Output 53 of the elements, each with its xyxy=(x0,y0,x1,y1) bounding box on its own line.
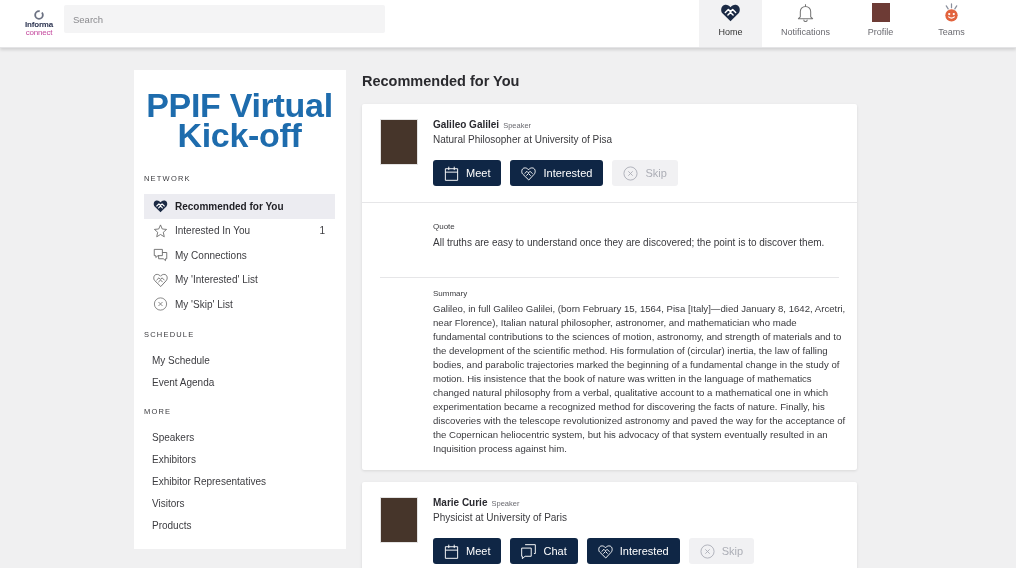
sidebar-link[interactable]: My 'Interested' List xyxy=(144,267,335,292)
person-name: Marie Curie xyxy=(433,497,488,508)
sidebar-link[interactable]: Products xyxy=(144,514,335,537)
interested-button[interactable]: Interested xyxy=(510,160,604,186)
nav-tab[interactable]: Profile xyxy=(849,0,912,47)
avatar-photo xyxy=(871,3,890,22)
star-icon xyxy=(153,223,168,238)
nav-tab[interactable]: Notifications xyxy=(769,0,841,47)
interested-button[interactable]: Interested xyxy=(586,538,680,564)
person-title: Natural Philosopher at University of Pisa xyxy=(433,133,613,147)
sidebar-link[interactable]: My Connections xyxy=(144,243,335,268)
heart-icon xyxy=(597,543,613,559)
heart-icon xyxy=(719,3,741,22)
chat-button[interactable]: Chat xyxy=(510,538,578,564)
chat-bubbles-icon xyxy=(153,248,168,263)
calendar-icon xyxy=(444,165,459,181)
meet-button[interactable]: Meet xyxy=(433,160,502,186)
heart-icon xyxy=(153,272,168,287)
circle-x-icon xyxy=(699,543,715,559)
heart-icon xyxy=(153,199,168,214)
logo-ring-icon xyxy=(34,10,44,20)
detail-label: Summary xyxy=(433,289,469,299)
person-title: Physicist at University of Paris xyxy=(433,511,568,525)
circle-x-icon xyxy=(153,297,168,312)
sidebar-link[interactable]: Event Agenda xyxy=(144,371,335,394)
heart-icon xyxy=(521,165,537,181)
bell-icon xyxy=(795,3,816,22)
chat-bubble-icon xyxy=(521,543,537,559)
nav-tab[interactable]: Teams xyxy=(920,0,983,47)
logo-wordmark: Informa xyxy=(25,21,53,29)
sidebar-link[interactable]: My 'Skip' List xyxy=(144,292,335,317)
meet-button[interactable]: Meet xyxy=(433,538,502,564)
sidebar-link[interactable]: Recommended for You xyxy=(144,194,335,219)
sidebar-link[interactable]: Speakers xyxy=(144,426,335,449)
detail-text: All truths are easy to understand once they are discovered; the point is to discover them. xyxy=(433,236,826,250)
logo-tagline: connect xyxy=(25,29,53,37)
calendar-icon xyxy=(444,543,459,559)
sidebar-link[interactable]: My Schedule xyxy=(144,349,335,372)
event-title: PPIF Virtual Kick-off xyxy=(145,90,334,150)
detail-text: Galileo, in full Galileo Galilei, (born February 15, 1564, Pisa [Italy]—died January 8, 1642, Arcetri, near Florence), Italian natural philosopher, astronomer, and mathematician who made fundamental contributions to the sciences of motion, astronomy, and strength of materials and to the development of the scientific method. His formulation of (circular) inertia, the law of falling bodies, and parabolic trajectories marked the beginning of a fundamental change in the study of motion. His insistence that the book of nature was written in the language of mathematics changed natural philosophy from a verbal, qualitative account to a mathematical one in which experimentation became a recognized method for discovering the facts of nature. Finally, his discoveries with the telescope revolutionized astronomy and paved the way for the acceptance of the Copernican heliocentric system, but his advocacy of that system eventually resulted in an Inquisition process against him. xyxy=(433,302,847,456)
sidebar-link[interactable]: Exhibitors xyxy=(144,448,335,471)
circle-x-icon xyxy=(623,165,639,181)
nav-tab[interactable]: Home xyxy=(698,0,762,47)
sidebar-link[interactable]: Visitors xyxy=(144,492,335,515)
detail-label: Quote xyxy=(433,222,456,232)
speaker-photo xyxy=(380,119,418,165)
sidebar-link[interactable]: Exhibitor Representatives xyxy=(144,470,335,493)
item-count: 1 xyxy=(319,225,325,237)
page-heading: Recommended for You xyxy=(362,72,521,90)
person-name: Galileo Galilei xyxy=(433,119,500,130)
search-field[interactable]: Search xyxy=(64,5,385,33)
sidebar-link[interactable]: Interested In You 1 xyxy=(144,218,335,243)
speaker-photo xyxy=(380,497,418,543)
